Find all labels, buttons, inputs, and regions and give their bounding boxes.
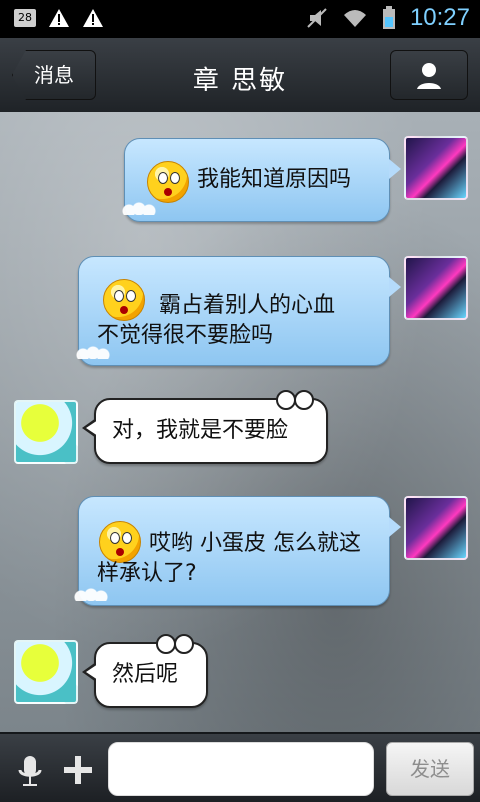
status-bar: 28 10:27	[0, 0, 480, 38]
eyes-decoration-icon	[276, 390, 314, 410]
avatar-contact[interactable]	[14, 640, 78, 704]
message-text: 我能知道原因吗	[197, 167, 352, 192]
message-input[interactable]	[108, 742, 374, 796]
status-left: 28	[14, 8, 104, 28]
status-right: 10:27	[306, 4, 470, 32]
status-time: 10:27	[409, 4, 470, 31]
microphone-icon	[18, 756, 42, 786]
warning-icon	[49, 9, 69, 27]
avatar-contact[interactable]	[14, 400, 78, 464]
profile-button[interactable]	[390, 50, 468, 100]
message-text: 哎哟 小蛋皮 怎么就这 样承认了?	[97, 531, 361, 586]
mute-icon	[307, 8, 327, 28]
battery-icon	[382, 6, 395, 29]
avatar-me[interactable]	[404, 256, 468, 320]
eyes-decoration-icon	[156, 634, 194, 654]
wifi-icon	[343, 10, 366, 27]
warning-icon	[83, 9, 103, 27]
status-badge: 28	[14, 9, 36, 27]
add-button[interactable]	[58, 750, 98, 790]
person-icon	[417, 63, 441, 89]
avatar-me[interactable]	[404, 136, 468, 200]
chat-area[interactable]: 我能知道原因吗 霸占着别人的心血 不觉得很不要脸吗 对，我就是不要脸 哎哟 小蛋…	[0, 112, 480, 732]
message-bubble-outgoing[interactable]: 我能知道原因吗	[119, 138, 401, 222]
input-bar: 发送	[0, 732, 480, 802]
plus-icon	[64, 756, 92, 784]
surprised-emoji-icon	[147, 161, 189, 203]
microphone-button[interactable]	[10, 750, 50, 790]
message-bubble-outgoing[interactable]: 霸占着别人的心血 不觉得很不要脸吗	[73, 256, 401, 366]
chat-header: 消息 章 思敏	[0, 38, 480, 114]
message-bubble-outgoing[interactable]: 哎哟 小蛋皮 怎么就这 样承认了?	[71, 496, 401, 606]
wave-icon	[119, 199, 161, 215]
message-text: 对，我就是不要脸	[112, 418, 289, 443]
send-button[interactable]: 发送	[386, 742, 474, 796]
avatar-me[interactable]	[404, 496, 468, 560]
message-text: 霸占着别人的心血 不觉得很不要脸吗	[97, 293, 336, 348]
message-text: 然后呢	[112, 662, 179, 687]
